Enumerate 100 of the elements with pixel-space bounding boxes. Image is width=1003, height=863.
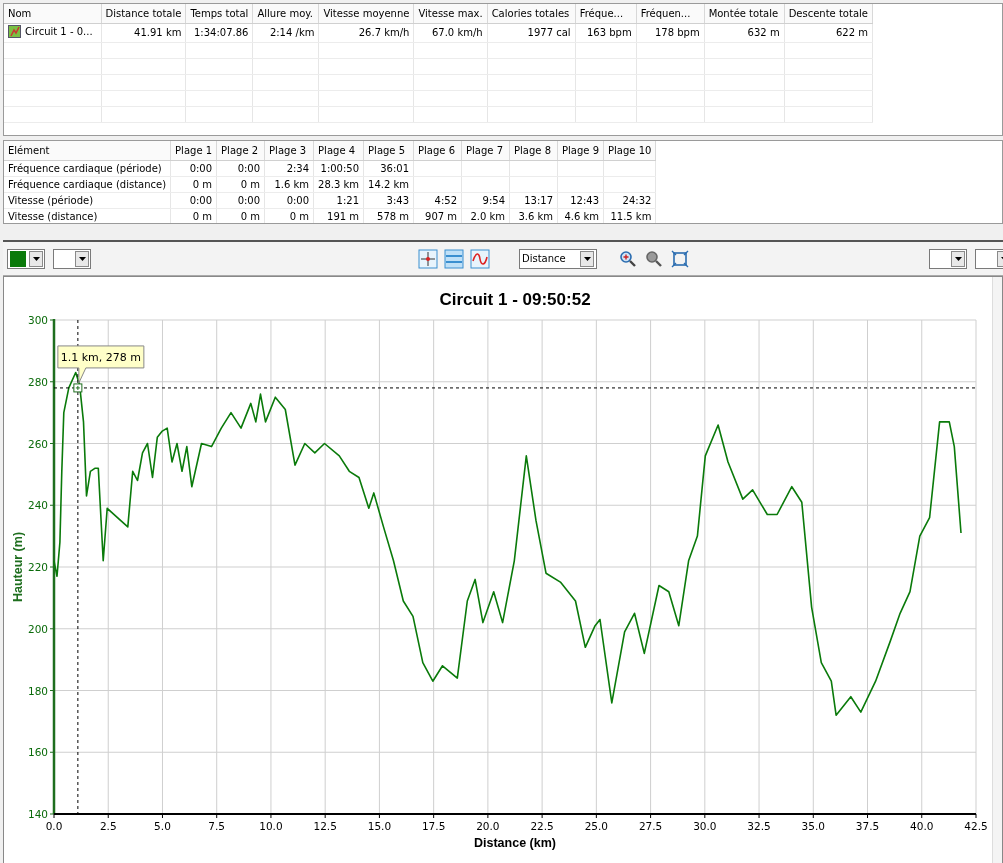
tooltip: 1.1 km, 278 m <box>57 345 145 384</box>
table-cell: Fréquence cardiaque (distance) <box>4 176 171 192</box>
axis-tick-label: 40.0 <box>910 820 934 832</box>
column-header[interactable]: Nom <box>4 4 101 23</box>
table-cell: 4:52 <box>413 192 462 208</box>
axis-tick-label: 10.0 <box>259 820 283 832</box>
axis-tick-label: 2.5 <box>99 820 117 832</box>
table-cell: 9:54 <box>461 192 510 208</box>
fit-icon <box>670 248 690 269</box>
table-cell: 0:00 <box>170 160 217 176</box>
annotation: 1.1 km, 278 m <box>60 350 141 364</box>
table-cell: 0:00 <box>264 192 314 208</box>
table-cell: 26.7 km/h <box>318 23 414 42</box>
axis-tick-label: 30.0 <box>693 820 717 832</box>
column-header[interactable]: Distance totale <box>101 4 186 23</box>
table-cell: 24:32 <box>603 192 656 208</box>
axis-tick-label: 5.0 <box>154 820 171 832</box>
column-header[interactable]: Fréque... <box>575 4 637 23</box>
table-cell: 2:34 <box>264 160 314 176</box>
caret-icon <box>78 256 86 261</box>
column-header[interactable]: Elément <box>4 141 171 160</box>
crosshair-icon <box>418 248 438 269</box>
wave-icon <box>470 248 490 269</box>
table-cell: 41.91 km <box>101 23 186 42</box>
column-header[interactable]: Plage 10 <box>603 141 656 160</box>
zoom-in-icon <box>618 248 638 269</box>
column-header[interactable]: Plage 5 <box>363 141 414 160</box>
axis-tick-label: 7.5 <box>208 820 226 832</box>
table-cell: 3:43 <box>363 192 414 208</box>
color-dropdown[interactable] <box>7 248 45 269</box>
axis-tick-label: 35.0 <box>801 820 825 832</box>
axis-tick-label: 42.5 <box>964 820 988 832</box>
table-cell: 0:00 <box>216 160 265 176</box>
axis-tick-label: 0.0 <box>45 820 63 832</box>
bands-icon <box>444 248 464 269</box>
table-cell: 0:00 <box>216 192 265 208</box>
axis-tick-label: 160 <box>27 746 48 759</box>
axis-tick-label: 220 <box>27 561 48 573</box>
column-header[interactable]: Montée totale <box>704 4 785 23</box>
table-cell: 1:00:50 <box>313 160 364 176</box>
zoom-out-icon <box>644 248 664 269</box>
crosshair-button[interactable] <box>417 247 439 270</box>
table-cell: 907 m <box>413 208 462 223</box>
x-axis-select[interactable]: Distance <box>519 248 597 269</box>
table-cell: 1977 cal <box>487 23 576 42</box>
column-header[interactable]: Vitesse moyenne <box>318 4 414 23</box>
column-header[interactable]: Allure moy. <box>252 4 319 23</box>
table-cell: 0 m <box>264 208 314 223</box>
dropdown[interactable] <box>975 248 1003 269</box>
axis-tick-label: 12.5 <box>313 820 337 832</box>
axis-tick-label: 32.5 <box>747 820 771 832</box>
bands-button[interactable] <box>443 247 465 270</box>
caret-icon <box>583 256 591 261</box>
table-cell: 191 m <box>313 208 364 223</box>
column-header[interactable]: Temps total <box>185 4 253 23</box>
table-cell: 28.3 km <box>313 176 364 192</box>
axis-tick-label: 17.5 <box>421 820 446 832</box>
axis-tick-label: 200 <box>27 622 48 635</box>
axis-tick-label: 25.0 <box>584 820 609 832</box>
axis-tick-label: 300 <box>27 314 48 326</box>
table-cell: 36:01 <box>363 160 414 176</box>
wave-button[interactable] <box>469 247 491 270</box>
column-header[interactable]: Calories totales <box>487 4 576 23</box>
table-cell: 14.2 km <box>363 176 414 192</box>
axis-tick-label: 27.5 <box>638 820 663 832</box>
table-cell: Fréquence cardiaque (période) <box>4 160 171 176</box>
column-header[interactable]: Plage 7 <box>461 141 510 160</box>
table-cell: 2:14 /km <box>252 23 319 42</box>
table-cell: 12:43 <box>557 192 604 208</box>
dropdown[interactable] <box>53 248 91 269</box>
scrollbar[interactable] <box>992 277 1002 863</box>
column-header[interactable]: Fréquen... <box>636 4 705 23</box>
column-header[interactable]: Vitesse max. <box>413 4 488 23</box>
column-header[interactable]: Plage 9 <box>557 141 604 160</box>
table-cell: 632 m <box>704 23 785 42</box>
axis-tick-label: 37.5 <box>855 820 880 832</box>
table-cell: 1.6 km <box>264 176 314 192</box>
column-header[interactable]: Plage 6 <box>413 141 462 160</box>
column-header[interactable]: Plage 2 <box>216 141 265 160</box>
column-header[interactable]: Descente totale <box>784 4 873 23</box>
table-cell: 4.6 km <box>557 208 604 223</box>
column-header[interactable]: Plage 4 <box>313 141 364 160</box>
column-header[interactable]: Plage 8 <box>509 141 558 160</box>
table-cell: 1:21 <box>313 192 364 208</box>
axis-tick-label: 260 <box>27 437 48 450</box>
table-cell: 1:34:07.86 <box>185 23 253 42</box>
column-header[interactable]: Plage 3 <box>264 141 314 160</box>
table-cell: Vitesse (période) <box>4 192 171 208</box>
caret-icon <box>32 256 40 261</box>
table-cell: 3.6 km <box>509 208 558 223</box>
map-icon <box>8 24 21 38</box>
table-cell: 178 bpm <box>636 23 705 42</box>
cursor-marker <box>73 383 83 393</box>
axis-tick-label: 22.5 <box>530 820 554 832</box>
table-cell: 163 bpm <box>575 23 637 42</box>
table-cell: 0 m <box>216 176 265 192</box>
dropdown[interactable] <box>929 248 967 269</box>
chart-title: Circuit 1 - 09:50:52 <box>439 290 591 309</box>
table-cell: 0:00 <box>170 192 217 208</box>
column-header[interactable]: Plage 1 <box>170 141 217 160</box>
